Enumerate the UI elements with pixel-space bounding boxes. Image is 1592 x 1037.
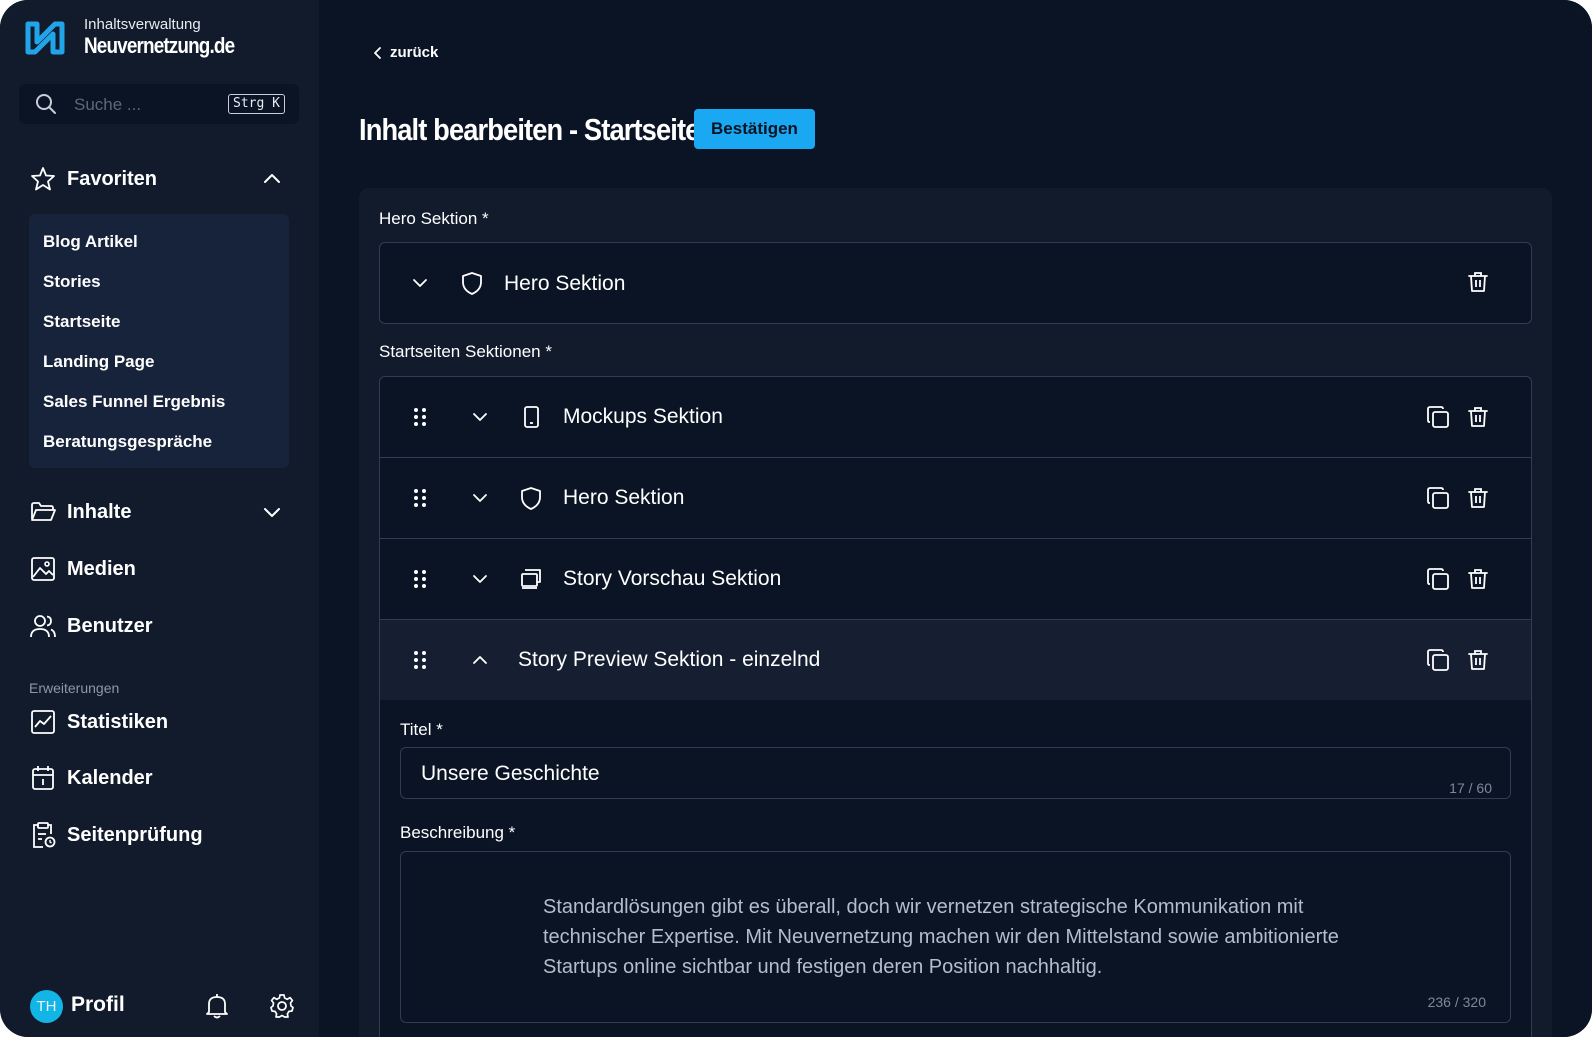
brand-logo[interactable] bbox=[24, 18, 66, 58]
chevron-down-icon[interactable] bbox=[470, 569, 490, 589]
trash-icon[interactable] bbox=[1466, 486, 1490, 510]
description-field-label: Beschreibung * bbox=[400, 823, 516, 842]
extensions-caption: Erweiterungen bbox=[29, 680, 120, 696]
chevron-down-icon[interactable] bbox=[410, 273, 430, 293]
hero-section-item[interactable]: Hero Sektion bbox=[379, 242, 1532, 324]
chevron-down-icon[interactable] bbox=[470, 488, 490, 508]
chevron-left-icon bbox=[373, 46, 383, 60]
section-label: Story Vorschau Sektion bbox=[563, 567, 782, 590]
image-icon bbox=[30, 556, 56, 582]
trash-icon[interactable] bbox=[1466, 567, 1490, 591]
sections-field-label: Startseiten Sektionen * bbox=[379, 342, 552, 361]
copy-icon[interactable] bbox=[1426, 567, 1450, 591]
favorites-list: Blog Artikel Stories Startseite Landing … bbox=[29, 214, 289, 468]
chevron-down-icon[interactable] bbox=[470, 407, 490, 427]
section-row-expanded[interactable]: Story Preview Sektion - einzelnd bbox=[380, 620, 1531, 700]
nav-calendar-label: Kalender bbox=[67, 766, 153, 789]
drag-handle-icon[interactable] bbox=[410, 406, 430, 428]
nav-page-audit-label: Seitenprüfung bbox=[67, 823, 203, 846]
story-card-icon bbox=[519, 567, 543, 591]
phone-icon bbox=[520, 405, 542, 429]
back-link[interactable]: zurück bbox=[373, 44, 438, 61]
search-shortcut-badge: Strg K bbox=[228, 94, 285, 114]
nav-contents[interactable]: Inhalte bbox=[30, 496, 131, 528]
search-input[interactable]: Suche ... bbox=[74, 95, 141, 115]
brand-subtitle: Inhaltsverwaltung bbox=[84, 16, 201, 33]
clipboard-check-icon bbox=[30, 822, 56, 848]
search-icon bbox=[35, 93, 57, 115]
confirm-button[interactable]: Bestätigen bbox=[694, 109, 815, 149]
main-content: zurück Inhalt bearbeiten - Startseite Be… bbox=[319, 0, 1592, 1037]
favorite-item[interactable]: Stories bbox=[43, 272, 101, 292]
drag-handle-icon[interactable] bbox=[410, 487, 430, 509]
trash-icon[interactable] bbox=[1466, 648, 1490, 672]
nav-calendar[interactable]: Kalender bbox=[30, 762, 153, 794]
title-input[interactable]: Unsere Geschichte 17 / 60 bbox=[400, 747, 1511, 799]
nav-favorites-label: Favoriten bbox=[67, 167, 158, 190]
section-row[interactable]: Mockups Sektion bbox=[380, 377, 1531, 458]
nav-users[interactable]: Benutzer bbox=[30, 610, 153, 642]
nav-contents-label: Inhalte bbox=[67, 500, 132, 523]
users-icon bbox=[30, 613, 56, 639]
copy-icon[interactable] bbox=[1426, 405, 1450, 429]
drag-handle-icon[interactable] bbox=[410, 568, 430, 590]
content-form: Hero Sektion * Hero Sektion Startseiten … bbox=[359, 188, 1552, 1037]
hero-field-label: Hero Sektion * bbox=[379, 209, 489, 228]
favorite-item[interactable]: Startseite bbox=[43, 312, 120, 332]
favorite-item[interactable]: Sales Funnel Ergebnis bbox=[43, 392, 225, 412]
chart-icon bbox=[30, 709, 56, 735]
shield-icon bbox=[460, 271, 484, 295]
nav-users-label: Benutzer bbox=[67, 614, 153, 637]
copy-icon[interactable] bbox=[1426, 486, 1450, 510]
back-link-label: zurück bbox=[390, 44, 439, 61]
bell-icon[interactable] bbox=[205, 993, 229, 1019]
avatar[interactable]: TH bbox=[30, 990, 63, 1023]
favorite-item[interactable]: Landing Page bbox=[43, 352, 154, 372]
sidebar: Inhaltsverwaltung Neuvernetzung.de Suche… bbox=[0, 0, 319, 1037]
trash-icon[interactable] bbox=[1466, 270, 1490, 294]
nav-media-label: Medien bbox=[67, 557, 136, 580]
search-field[interactable]: Suche ... Strg K bbox=[19, 84, 299, 124]
nav-statistics[interactable]: Statistiken bbox=[30, 706, 168, 738]
gear-icon[interactable] bbox=[269, 993, 295, 1019]
calendar-icon bbox=[30, 765, 56, 791]
section-label: Story Preview Sektion - einzelnd bbox=[518, 648, 821, 671]
section-row[interactable]: Hero Sektion bbox=[380, 458, 1531, 539]
sections-list: Mockups Sektion Hero Sektion Story Vorsc… bbox=[379, 376, 1532, 1037]
favorite-item[interactable]: Blog Artikel bbox=[43, 232, 138, 252]
title-field-label: Titel * bbox=[400, 720, 443, 739]
title-input-value: Unsere Geschichte bbox=[421, 762, 600, 785]
description-char-counter: 236 / 320 bbox=[1427, 994, 1486, 1010]
shield-icon bbox=[519, 486, 543, 510]
star-icon bbox=[30, 166, 56, 192]
section-row[interactable]: Story Vorschau Sektion bbox=[380, 539, 1531, 620]
nav-favorites[interactable]: Favoriten bbox=[30, 163, 157, 195]
brand-name[interactable]: Neuvernetzung.de bbox=[84, 33, 235, 59]
section-label: Mockups Sektion bbox=[563, 405, 723, 428]
trash-icon[interactable] bbox=[1466, 405, 1490, 429]
favorite-item[interactable]: Beratungsgespräche bbox=[43, 432, 212, 452]
hero-section-label: Hero Sektion bbox=[504, 272, 626, 295]
app-window: Inhaltsverwaltung Neuvernetzung.de Suche… bbox=[0, 0, 1592, 1037]
drag-handle-icon[interactable] bbox=[410, 649, 430, 671]
chevron-down-icon[interactable] bbox=[261, 501, 283, 523]
section-label: Hero Sektion bbox=[563, 486, 685, 509]
description-textarea[interactable]: Standardlösungen gibt es überall, doch w… bbox=[400, 851, 1511, 1023]
nav-statistics-label: Statistiken bbox=[67, 710, 169, 733]
page-title: Inhalt bearbeiten - Startseite bbox=[359, 112, 700, 147]
copy-icon[interactable] bbox=[1426, 648, 1450, 672]
chevron-up-icon[interactable] bbox=[261, 168, 283, 190]
nav-page-audit[interactable]: Seitenprüfung bbox=[30, 819, 203, 851]
profile-link[interactable]: Profil bbox=[71, 993, 125, 1017]
folder-icon bbox=[30, 499, 56, 525]
title-char-counter: 17 / 60 bbox=[1449, 780, 1492, 796]
chevron-up-icon[interactable] bbox=[470, 650, 490, 670]
description-textarea-value: Standardlösungen gibt es überall, doch w… bbox=[543, 896, 1339, 978]
nav-media[interactable]: Medien bbox=[30, 553, 136, 585]
